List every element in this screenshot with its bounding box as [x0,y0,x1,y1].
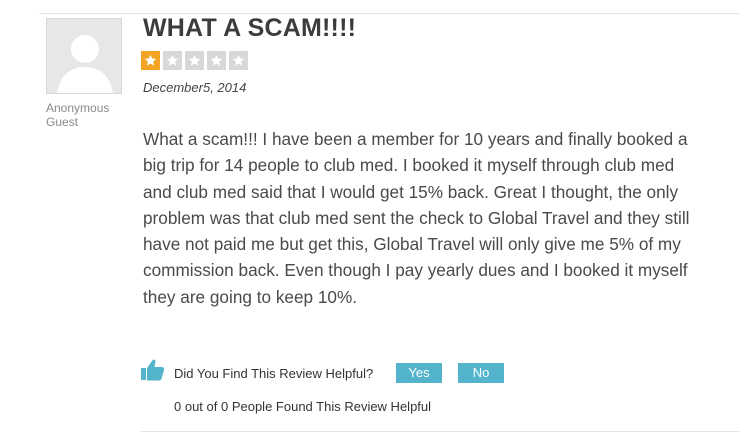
star-icon [207,51,226,70]
star-rating [141,51,248,71]
thumbs-up-icon [140,357,165,382]
helpful-yes-button[interactable]: Yes [396,363,442,383]
reviewer-name: Anonymous [46,101,110,115]
helpful-question: Did You Find This Review Helpful? [174,366,374,381]
reviewer-type: Guest [46,115,79,129]
review-date: December5, 2014 [143,80,247,95]
star-icon [163,51,182,70]
star-icon [229,51,248,70]
star-icon [185,51,204,70]
review-body: What a scam!!! I have been a member for … [143,129,690,307]
user-silhouette-icon [46,18,122,94]
helpful-count: 0 out of 0 People Found This Review Help… [174,399,432,414]
reviewer-info: Anonymous Guest [46,101,109,129]
bottom-divider [141,431,739,432]
helpful-no-button[interactable]: No [458,363,504,383]
star-icon [141,51,160,70]
review-title: WHAT A SCAM!!!! [143,14,357,42]
